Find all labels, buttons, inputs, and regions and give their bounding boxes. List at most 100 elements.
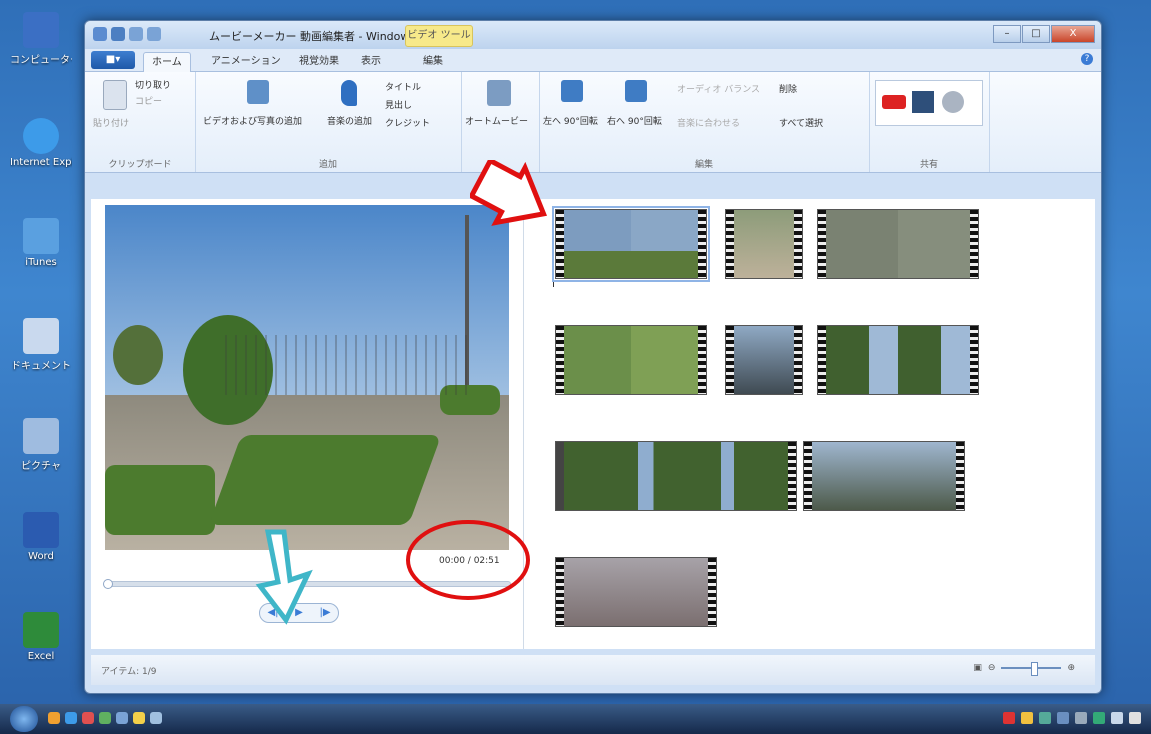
start-button[interactable] bbox=[10, 706, 38, 732]
credit-button[interactable]: クレジット bbox=[385, 116, 430, 129]
pictures-icon bbox=[23, 418, 59, 454]
music-note-icon bbox=[341, 80, 357, 106]
zoom-slider-thumb[interactable] bbox=[1031, 662, 1039, 676]
app-icon-1[interactable] bbox=[99, 712, 111, 724]
file-menu-button[interactable]: ■▾ bbox=[91, 51, 135, 69]
internet-explorer-icon bbox=[23, 118, 59, 154]
delete-button[interactable]: 削除 bbox=[779, 82, 797, 95]
desktop-icon-itunes[interactable]: iTunes bbox=[10, 218, 72, 268]
audio-balance-button[interactable]: オーディオ バランス bbox=[677, 82, 760, 95]
group-label-share: 共有 bbox=[919, 160, 938, 170]
red-arrow-annotation bbox=[470, 160, 548, 226]
storyboard-clip-1[interactable] bbox=[552, 206, 710, 282]
tray-icon-3[interactable] bbox=[1039, 712, 1051, 724]
tray-icon-6[interactable] bbox=[1093, 712, 1105, 724]
storyboard-clip-4[interactable] bbox=[555, 325, 707, 395]
quick-access-toolbar bbox=[93, 27, 161, 41]
storyboard-clip-9[interactable] bbox=[555, 557, 717, 627]
paste-button[interactable]: 貼り付け bbox=[93, 116, 129, 129]
group-label-clipboard: クリップボード bbox=[108, 160, 172, 170]
redo-icon[interactable] bbox=[147, 27, 161, 41]
rotate-right-button[interactable]: 右へ 90°回転 bbox=[607, 114, 662, 127]
zoom-control: ▣ ⊖ ⊕ bbox=[973, 662, 1075, 676]
cyan-arrow-annotation bbox=[255, 529, 313, 625]
app-icon-3[interactable] bbox=[133, 712, 145, 724]
desktop-icon-word[interactable]: Word bbox=[10, 512, 72, 562]
maximize-button[interactable]: □ bbox=[1022, 25, 1050, 43]
caption-button[interactable]: 見出し bbox=[385, 98, 412, 111]
tray-icon-4[interactable] bbox=[1057, 712, 1069, 724]
tray-icon-5[interactable] bbox=[1075, 712, 1087, 724]
desktop-icon-documents[interactable]: ドキュメント bbox=[10, 318, 72, 372]
add-video-button[interactable]: ビデオおよび写真の追加 bbox=[203, 114, 302, 127]
explorer-icon[interactable] bbox=[48, 712, 60, 724]
tab-edit[interactable]: 編集 bbox=[415, 52, 451, 71]
volume-icon[interactable] bbox=[1129, 712, 1141, 724]
tab-view[interactable]: 表示 bbox=[353, 52, 389, 71]
network-icon[interactable] bbox=[1111, 712, 1123, 724]
tab-visual-effects[interactable]: 視覚効果 bbox=[291, 52, 347, 71]
main-content: 00:00 / 02:51 ◀| ▶ |▶ bbox=[91, 199, 1095, 649]
storyboard-clip-3[interactable] bbox=[817, 209, 979, 279]
tray-icon-1[interactable] bbox=[1003, 712, 1015, 724]
app-icon-2[interactable] bbox=[116, 712, 128, 724]
copy-button[interactable]: コピー bbox=[135, 94, 162, 107]
system-tray bbox=[1003, 712, 1141, 724]
add-music-button[interactable]: 音楽の追加 bbox=[327, 114, 372, 127]
zoom-in-button[interactable]: ⊕ bbox=[1067, 663, 1075, 673]
paste-icon bbox=[103, 80, 127, 110]
minimize-button[interactable]: – bbox=[993, 25, 1021, 43]
desktop-icon-computer[interactable]: コンピューター bbox=[10, 12, 72, 66]
red-circle-annotation bbox=[406, 520, 530, 600]
browser-icon[interactable] bbox=[65, 712, 77, 724]
share-gallery bbox=[875, 80, 983, 126]
documents-icon bbox=[23, 318, 59, 354]
thumbnail-size-icon[interactable]: ▣ bbox=[973, 663, 982, 673]
excel-icon bbox=[23, 612, 59, 648]
window-controls: – □ X bbox=[993, 25, 1095, 43]
help-icon[interactable]: ? bbox=[1081, 53, 1093, 65]
storyboard-clip-7[interactable] bbox=[555, 441, 797, 511]
window-title: ムービーメーカー 動画編集者 - Windows Li... bbox=[209, 30, 439, 43]
video-preview[interactable] bbox=[105, 205, 509, 550]
group-label-add: 追加 bbox=[318, 160, 337, 170]
storyboard-clip-6[interactable] bbox=[817, 325, 979, 395]
automovie-icon bbox=[487, 80, 511, 106]
title-button[interactable]: タイトル bbox=[385, 80, 421, 93]
automovie-button[interactable]: オートムービー bbox=[465, 114, 528, 127]
zoom-out-button[interactable]: ⊖ bbox=[988, 663, 996, 673]
close-button[interactable]: X bbox=[1051, 25, 1095, 43]
select-all-button[interactable]: すべて選択 bbox=[779, 116, 823, 129]
group-add: ビデオおよび写真の追加 音楽の追加 タイトル 見出し クレジット 追加 bbox=[195, 72, 462, 172]
storyboard-clip-5[interactable] bbox=[725, 325, 803, 395]
word-icon bbox=[23, 512, 59, 548]
tab-home[interactable]: ホーム bbox=[143, 52, 191, 72]
save-icon[interactable] bbox=[111, 27, 125, 41]
media-icon[interactable] bbox=[82, 712, 94, 724]
fit-to-music-button[interactable]: 音楽に合わせる bbox=[677, 116, 740, 129]
quick-launch bbox=[48, 712, 162, 724]
desktop-icon-excel[interactable]: Excel bbox=[10, 612, 72, 662]
seek-thumb[interactable] bbox=[103, 579, 113, 589]
app-icon bbox=[93, 27, 107, 41]
rotate-left-icon bbox=[561, 80, 583, 102]
zoom-slider[interactable] bbox=[1001, 662, 1062, 676]
ribbon: 貼り付け 切り取り コピー クリップボード ビデオおよび写真の追加 音楽の追加 … bbox=[85, 72, 1101, 173]
storyboard-clip-8[interactable] bbox=[803, 441, 965, 511]
disc-icon[interactable] bbox=[942, 91, 964, 113]
cut-button[interactable]: 切り取り bbox=[135, 78, 171, 91]
storyboard-clip-2[interactable] bbox=[725, 209, 803, 279]
item-count: アイテム: 1/9 bbox=[101, 667, 157, 677]
rotate-left-button[interactable]: 左へ 90°回転 bbox=[543, 114, 598, 127]
add-video-icon bbox=[247, 80, 269, 104]
desktop-icon-ie[interactable]: Internet Explorer bbox=[10, 118, 72, 168]
youtube-icon[interactable] bbox=[882, 95, 906, 109]
film-share-icon[interactable] bbox=[912, 91, 934, 113]
desktop-icon-pictures[interactable]: ピクチャ bbox=[10, 418, 72, 472]
app-icon-4[interactable] bbox=[150, 712, 162, 724]
tab-animation[interactable]: アニメーション bbox=[203, 52, 289, 71]
context-tab-video-tools: ビデオ ツール bbox=[405, 25, 473, 47]
undo-icon[interactable] bbox=[129, 27, 143, 41]
tray-icon-2[interactable] bbox=[1021, 712, 1033, 724]
rotate-right-icon bbox=[625, 80, 647, 102]
